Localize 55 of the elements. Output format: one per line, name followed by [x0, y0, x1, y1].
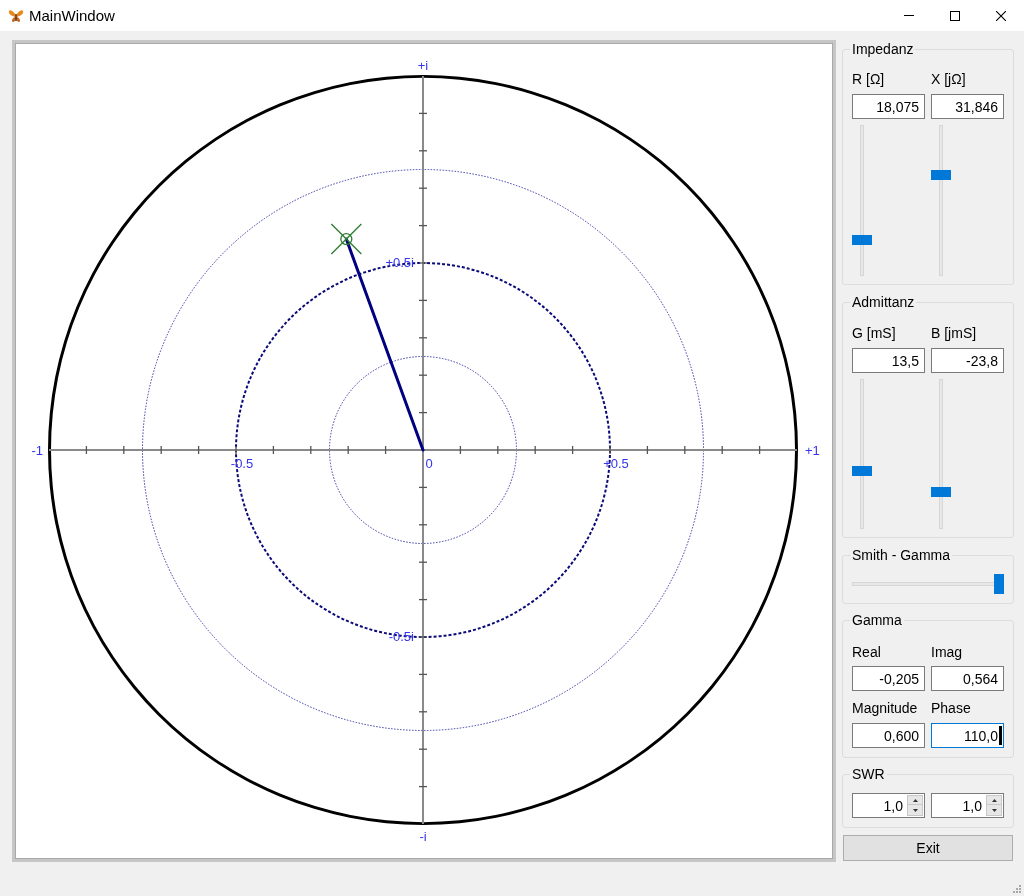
field-label: B [jmS]: [931, 325, 978, 341]
axis-end-label: -1: [31, 443, 43, 458]
text-field[interactable]: -0,205: [852, 666, 925, 691]
slider-thumb[interactable]: [994, 574, 1004, 594]
minimize-icon: [904, 15, 914, 16]
slider-track[interactable]: [852, 574, 1004, 594]
close-icon: [996, 10, 1006, 21]
butterfly-icon: [8, 7, 24, 24]
slider-track[interactable]: [852, 379, 872, 529]
axis-end-label: -i: [419, 829, 427, 844]
text-field[interactable]: 0,564: [931, 666, 1004, 691]
field-label: Magnitude: [852, 700, 919, 716]
group-title: Impedanz: [851, 41, 915, 57]
resize-grip-icon[interactable]: [1011, 883, 1021, 893]
maximize-icon: [950, 10, 960, 21]
text-field[interactable]: 110,0: [931, 723, 1004, 748]
group-title: Admittanz: [851, 294, 916, 310]
axis-label: -0.5: [230, 456, 254, 471]
text-field[interactable]: 0,600: [852, 723, 925, 748]
slider-thumb[interactable]: [852, 465, 872, 476]
window-title: MainWindow: [29, 6, 115, 25]
slider-track[interactable]: [931, 125, 951, 276]
text-field[interactable]: 18,075: [852, 94, 925, 119]
field-label: Imag: [931, 644, 964, 660]
text-field[interactable]: 31,846: [931, 94, 1004, 119]
field-label: G [mS]: [852, 325, 897, 341]
slider-thumb[interactable]: [931, 486, 951, 497]
group-title: Smith - Gamma: [851, 547, 951, 563]
text-cursor: [999, 726, 1002, 745]
axis-label: +0.5: [603, 456, 629, 471]
spin-down-button[interactable]: [986, 805, 1002, 816]
slider-thumb[interactable]: [852, 234, 872, 245]
slider-thumb[interactable]: [931, 170, 951, 181]
field-label: Phase: [931, 700, 972, 716]
down-arrow-icon: [912, 808, 918, 812]
down-arrow-icon: [991, 808, 997, 812]
slider-track[interactable]: [852, 125, 872, 276]
exit-button[interactable]: Exit: [843, 835, 1013, 861]
group-title: SWR: [851, 766, 886, 782]
field-label: X [jΩ]: [931, 71, 967, 87]
spin-up-button[interactable]: [986, 795, 1002, 805]
spin-down-button[interactable]: [907, 805, 923, 816]
axis-label: 0: [425, 456, 433, 471]
up-arrow-icon: [991, 798, 997, 802]
axis-end-label: +1: [805, 443, 820, 458]
axis-end-label: +i: [417, 58, 429, 73]
field-label: R [Ω]: [852, 71, 886, 87]
text-field[interactable]: 13,5: [852, 348, 925, 373]
spin-up-button[interactable]: [907, 795, 923, 805]
axis-label: +0.5i: [385, 255, 414, 270]
text-field[interactable]: -23,8: [931, 348, 1004, 373]
slider-track[interactable]: [931, 379, 951, 529]
up-arrow-icon: [912, 798, 918, 802]
field-label: Real: [852, 644, 882, 660]
group-title: Gamma: [851, 612, 903, 628]
